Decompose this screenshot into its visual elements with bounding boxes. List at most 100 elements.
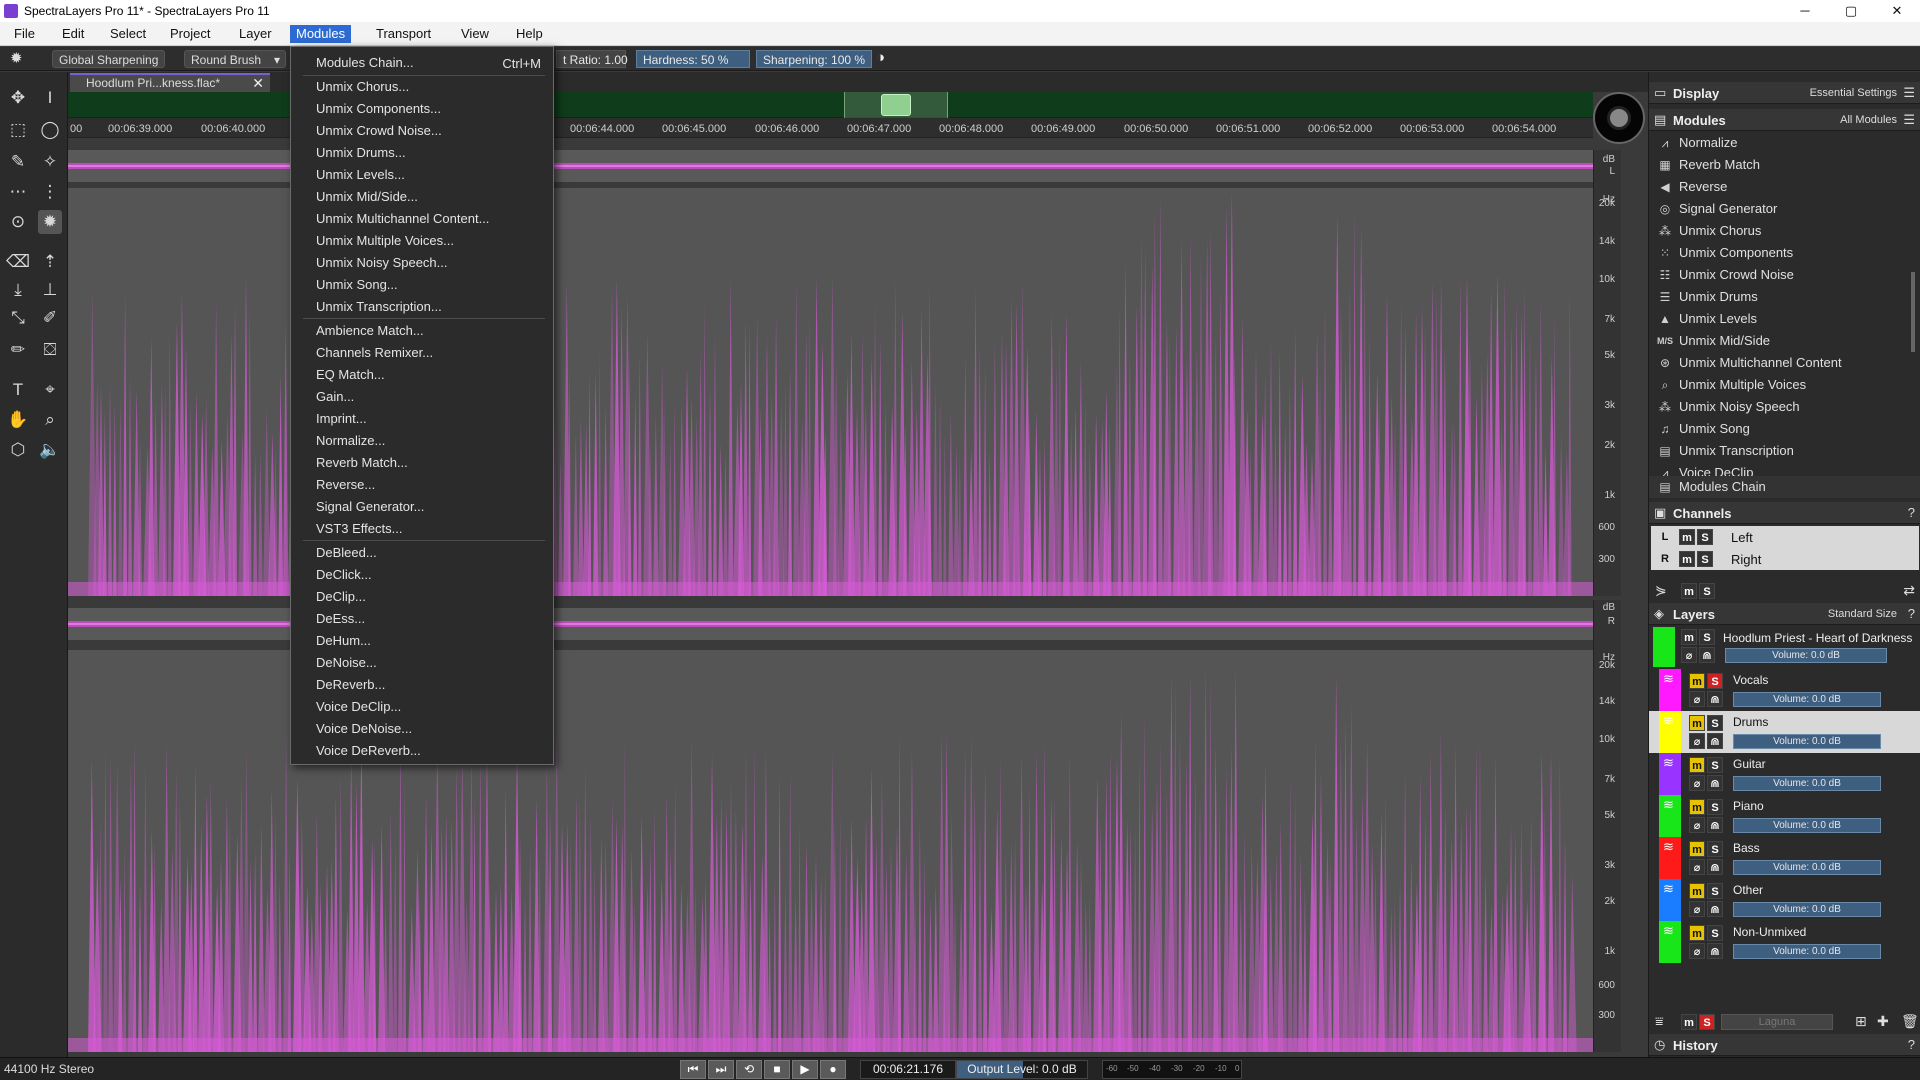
go-to-end-button[interactable]: ⏭: [708, 1060, 734, 1079]
solo-button[interactable]: S: [1707, 673, 1723, 689]
eyedropper-icon[interactable]: ⌖: [38, 378, 62, 402]
menu-item-ambience-match[interactable]: Ambience Match...: [316, 321, 424, 341]
mute-button[interactable]: m: [1681, 1014, 1697, 1030]
menu-select[interactable]: Select: [104, 25, 152, 43]
clone-stamp-icon[interactable]: ⊥: [38, 278, 62, 302]
menu-item-dereverb[interactable]: DeReverb...: [316, 675, 385, 695]
mute-button[interactable]: m: [1679, 529, 1695, 545]
menu-item-reverb-match[interactable]: Reverb Match...: [316, 453, 408, 473]
menu-item-eq-match[interactable]: EQ Match...: [316, 365, 385, 385]
menu-item-unmix-chorus[interactable]: Unmix Chorus...: [316, 77, 409, 97]
module-item[interactable]: ▦ Reverb Match: [1649, 154, 1911, 176]
panel-menu-icon[interactable]: ☰: [1903, 112, 1915, 128]
new-folder-icon[interactable]: ⊞: [1855, 1013, 1867, 1030]
contrast-toggle-icon[interactable]: ◑: [876, 49, 885, 66]
menu-item-deess[interactable]: DeEss...: [316, 609, 365, 629]
help-icon[interactable]: ?: [1908, 505, 1915, 520]
lasso-select-icon[interactable]: ◯: [38, 118, 62, 142]
brush-paint-icon[interactable]: ✐: [38, 306, 62, 330]
amplify-tool-icon[interactable]: ⇡: [38, 250, 62, 274]
menu-file[interactable]: File: [8, 25, 41, 43]
text-tool-icon[interactable]: T: [6, 378, 30, 402]
menu-item-signal-generator[interactable]: Signal Generator...: [316, 497, 424, 517]
menu-item-normalize[interactable]: Normalize...: [316, 431, 385, 451]
panel-menu-icon[interactable]: ☰: [1903, 85, 1915, 101]
mute-button[interactable]: m: [1689, 841, 1705, 857]
link-channels-icon[interactable]: ⋟: [1655, 582, 1667, 599]
module-item[interactable]: ☰ Unmix Drums: [1649, 286, 1911, 308]
history-panel-header[interactable]: ◷ History ?: [1649, 1034, 1920, 1056]
phase-icon[interactable]: ⌀: [1689, 817, 1705, 833]
menu-help[interactable]: Help: [510, 25, 549, 43]
solo-button[interactable]: S: [1707, 757, 1723, 773]
menu-item-denoise[interactable]: DeNoise...: [316, 653, 377, 673]
phase-icon[interactable]: ⌀: [1689, 691, 1705, 707]
ratio-slider[interactable]: t Ratio: 1.00: [556, 50, 628, 68]
mute-button[interactable]: m: [1689, 757, 1705, 773]
go-to-start-button[interactable]: ⏮: [680, 1060, 706, 1079]
module-item[interactable]: ⁂ Unmix Noisy Speech: [1649, 396, 1911, 418]
menu-item-unmix-mid-side[interactable]: Unmix Mid/Side...: [316, 187, 418, 207]
layer-row[interactable]: ≋ m S ⌀ ⋒ Vocals Volume: 0.0 dB: [1649, 669, 1920, 711]
rectangle-select-icon[interactable]: ⬚: [6, 118, 30, 142]
module-item[interactable]: ♫ Unmix Song: [1649, 418, 1911, 440]
speaker-icon[interactable]: 🔈: [38, 438, 62, 462]
harmonics-select-icon[interactable]: ⋯: [6, 180, 30, 204]
module-item[interactable]: ⌕ Unmix Multiple Voices: [1649, 374, 1911, 396]
stack-icon[interactable]: ⩸: [1655, 1013, 1664, 1030]
phase-icon[interactable]: ⌀: [1689, 859, 1705, 875]
layer-row[interactable]: ≋ m S ⌀ ⋒ Guitar Volume: 0.0 dB: [1649, 753, 1920, 795]
document-tab[interactable]: Hoodlum Pri...kness.flac* ✕: [70, 73, 270, 92]
solo-all-button[interactable]: S: [1699, 583, 1715, 599]
hardness-slider[interactable]: Hardness: 50 %: [636, 50, 750, 68]
module-item[interactable]: ☷ Unmix Crowd Noise: [1649, 264, 1911, 286]
solo-button[interactable]: S: [1707, 715, 1723, 731]
close-window-button[interactable]: ✕: [1874, 0, 1920, 22]
solo-button[interactable]: S: [1707, 841, 1723, 857]
menu-item-gain[interactable]: Gain...: [316, 387, 354, 407]
zoom-tool-icon[interactable]: ⌕: [38, 408, 62, 432]
solo-button[interactable]: S: [1697, 529, 1713, 545]
phase-icon[interactable]: ⌀: [1681, 647, 1697, 663]
eraser-tool-icon[interactable]: ⌫: [6, 250, 30, 274]
layer-row[interactable]: ≋ m S ⌀ ⋒ Piano Volume: 0.0 dB: [1649, 795, 1920, 837]
output-level-slider[interactable]: Output Level: 0.0 dB: [956, 1060, 1088, 1079]
phase-icon[interactable]: ⌀: [1689, 901, 1705, 917]
menu-view[interactable]: View: [455, 25, 495, 43]
compass-knob[interactable]: [1607, 106, 1631, 130]
phase-icon[interactable]: ⌀: [1689, 943, 1705, 959]
blend-mode-select[interactable]: Laguna: [1721, 1014, 1833, 1030]
phase-icon[interactable]: ⌀: [1689, 775, 1705, 791]
close-tab-icon[interactable]: ✕: [252, 75, 264, 91]
channels-panel-header[interactable]: ▣ Channels ?: [1649, 502, 1920, 524]
menu-item-voice-dereverb[interactable]: Voice DeReverb...: [316, 741, 421, 761]
new-layer-icon[interactable]: ✚: [1877, 1013, 1889, 1030]
visible-range-handle[interactable]: [881, 94, 911, 116]
trash-icon[interactable]: 🗑: [1901, 1013, 1919, 1030]
maximize-button[interactable]: ▢: [1828, 0, 1874, 22]
layer-volume-slider[interactable]: Volume: 0.0 dB: [1733, 776, 1881, 791]
play-button[interactable]: ▶: [792, 1060, 818, 1079]
transient-select-icon[interactable]: ⊙: [6, 210, 30, 234]
envelope-icon[interactable]: ⋒: [1707, 943, 1723, 959]
layer-volume-slider[interactable]: Volume: 0.0 dB: [1733, 692, 1881, 707]
magic-wand-icon[interactable]: ✧: [38, 150, 62, 174]
help-icon[interactable]: ?: [1908, 606, 1915, 621]
module-item[interactable]: ◀ Reverse: [1649, 176, 1911, 198]
navigation-compass[interactable]: [1593, 92, 1645, 144]
mute-button[interactable]: m: [1689, 673, 1705, 689]
record-button[interactable]: ●: [820, 1060, 846, 1079]
menu-item-unmix-drums[interactable]: Unmix Drums...: [316, 143, 406, 163]
module-item[interactable]: M/S Unmix Mid/Side: [1649, 330, 1911, 352]
mute-button[interactable]: m: [1679, 551, 1695, 567]
display-panel-header[interactable]: ▭ Display Essential Settings ☰: [1649, 82, 1920, 104]
menu-item-unmix-levels[interactable]: Unmix Levels...: [316, 165, 405, 185]
menu-layer[interactable]: Layer: [233, 25, 278, 43]
brush-shape-select[interactable]: Round Brush ▾: [184, 50, 286, 68]
menu-item-declick[interactable]: DeClick...: [316, 565, 372, 585]
envelope-icon[interactable]: ⋒: [1707, 691, 1723, 707]
menu-item-unmix-multiple-voices[interactable]: Unmix Multiple Voices...: [316, 231, 454, 251]
sharpening-tool-icon[interactable]: ✹: [38, 210, 62, 234]
menu-item-voice-denoise[interactable]: Voice DeNoise...: [316, 719, 412, 739]
menu-item-unmix-transcription[interactable]: Unmix Transcription...: [316, 297, 442, 317]
